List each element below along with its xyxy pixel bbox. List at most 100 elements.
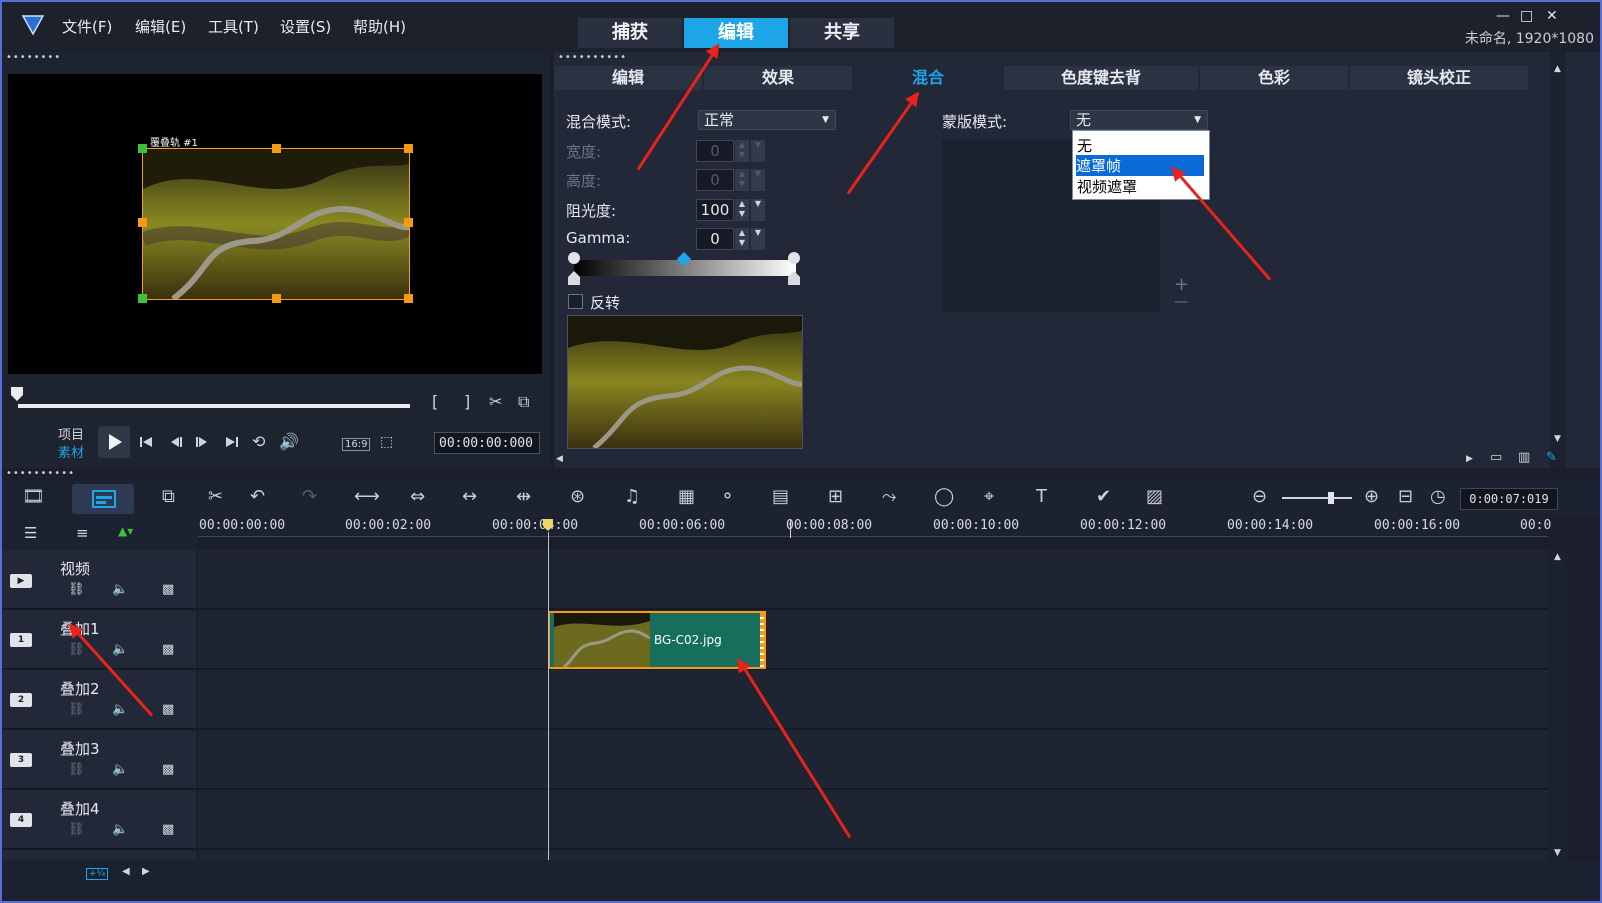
motion-icon[interactable]: ⤳ xyxy=(882,486,896,507)
mark-in-icon[interactable]: [ xyxy=(432,392,438,411)
enlarge-preview-icon[interactable]: ⧉ xyxy=(518,392,529,412)
resize-handle[interactable] xyxy=(138,144,147,153)
overlay-icon[interactable]: ⚬ xyxy=(720,486,735,507)
mask-mode-select[interactable]: 无 ▼ xyxy=(1070,110,1208,130)
subtitle-icon[interactable]: ▨ xyxy=(1146,486,1163,507)
tab-capture[interactable]: 捕获 xyxy=(578,18,682,48)
chapter-point-icon[interactable]: ▲▾ xyxy=(118,524,133,538)
options-scrollbar[interactable] xyxy=(1550,52,1566,468)
scroll-left-icon[interactable]: ◀ xyxy=(122,866,130,877)
go-end-icon[interactable] xyxy=(224,434,240,450)
resize-handle[interactable] xyxy=(404,294,413,303)
zoom-in-icon[interactable]: ⊕ xyxy=(1364,486,1379,507)
checker-icon[interactable]: ▩ xyxy=(162,762,174,777)
gamma-field[interactable]: 0 xyxy=(696,228,734,250)
scroll-down-icon[interactable]: ▼ xyxy=(1554,848,1561,858)
trim-icon[interactable]: ↔ xyxy=(462,486,477,507)
link-icon[interactable]: ⛓ xyxy=(68,642,85,657)
timeline-scrollbar[interactable] xyxy=(1550,550,1566,860)
layout-1-icon[interactable]: ▭ xyxy=(1490,450,1502,465)
close-button[interactable]: ✕ xyxy=(1546,8,1558,24)
menu-tools[interactable]: 工具(T) xyxy=(208,16,259,37)
mode-clip[interactable]: 素材 xyxy=(58,442,84,461)
prev-frame-icon[interactable] xyxy=(168,434,184,450)
panel-grip-icon[interactable]: •••••••• xyxy=(6,52,61,63)
zoom-slider[interactable] xyxy=(1282,497,1352,499)
panel-grip-icon[interactable]: •••••••••• xyxy=(6,468,75,479)
resize-handle[interactable] xyxy=(138,294,147,303)
panel-grip-icon[interactable]: •••••••••• xyxy=(558,52,627,63)
volume-icon[interactable]: 🔈 xyxy=(112,582,128,597)
preview-timecode[interactable]: 00:00:00:000 xyxy=(434,432,540,454)
zoom-out-icon[interactable]: ⊖ xyxy=(1252,486,1267,507)
volume-icon[interactable]: 🔈 xyxy=(112,762,128,777)
track-lane-video[interactable] xyxy=(198,550,1548,610)
scroll-right-icon[interactable]: ▶ xyxy=(1466,454,1473,464)
next-frame-icon[interactable] xyxy=(194,434,210,450)
mode-project[interactable]: 项目 xyxy=(58,424,84,443)
blend-mode-select[interactable]: 正常 ▼ xyxy=(698,110,836,130)
title-icon[interactable]: ▤ xyxy=(772,486,789,507)
aspect-ratio-button[interactable]: 16:9 xyxy=(342,438,371,451)
undo-icon[interactable]: ↶ xyxy=(250,486,265,507)
go-start-icon[interactable] xyxy=(138,434,154,450)
resize-handle[interactable] xyxy=(272,294,281,303)
invert-checkbox[interactable] xyxy=(568,294,583,309)
fit-project-icon[interactable]: ⊟ xyxy=(1398,486,1413,507)
volume-icon[interactable]: 🔊 xyxy=(279,432,299,451)
film-icon[interactable]: ▦ xyxy=(678,486,695,507)
scroll-up-icon[interactable]: ▲ xyxy=(1554,552,1561,562)
scroll-right-icon[interactable]: ▶ xyxy=(142,866,150,877)
resize-handle[interactable] xyxy=(404,144,413,153)
tracking-icon[interactable]: ⌖ xyxy=(984,486,994,507)
maximize-button[interactable]: □ xyxy=(1520,8,1533,24)
checker-icon[interactable]: ▩ xyxy=(162,642,174,657)
resize-handle[interactable] xyxy=(404,218,413,227)
slider-right-knob[interactable] xyxy=(788,252,800,264)
timeline-track-toggle[interactable]: +¼ xyxy=(86,868,109,880)
gamma-menu-icon[interactable]: ▼ xyxy=(751,228,765,250)
remove-mask-icon[interactable]: — xyxy=(1174,294,1188,310)
scrubber-handle-icon[interactable] xyxy=(10,386,24,402)
mark-out-icon[interactable]: ] xyxy=(464,392,470,411)
scroll-left-icon[interactable]: ◀ xyxy=(556,454,563,464)
title-3d-icon[interactable]: T xyxy=(1036,486,1047,507)
crop-mode-icon[interactable]: ⬚ xyxy=(380,434,393,450)
track-lane-overlay3[interactable] xyxy=(198,730,1548,790)
tools-icon[interactable]: ✂ xyxy=(208,486,223,507)
ripple-icon[interactable]: ⇹ xyxy=(516,486,531,507)
redo-icon[interactable]: ↷ xyxy=(302,486,317,507)
timeline-timecode[interactable]: 0:00:07:019 xyxy=(1460,488,1558,510)
tab-chroma-key[interactable]: 色度键去背 xyxy=(1004,66,1198,90)
checker-icon[interactable]: ▩ xyxy=(162,702,174,717)
tab-color[interactable]: 色彩 xyxy=(1200,66,1348,90)
resize-handle[interactable] xyxy=(138,218,147,227)
menu-settings[interactable]: 设置(S) xyxy=(280,16,331,37)
checker-icon[interactable]: ▩ xyxy=(162,582,174,597)
track-lane-overlay4[interactable] xyxy=(198,790,1548,850)
repeat-icon[interactable]: ⟲ xyxy=(252,432,265,451)
opacity-spinner[interactable]: ▲ ▼ xyxy=(735,199,749,221)
split-clip-icon[interactable]: ✂ xyxy=(489,392,502,411)
menu-help[interactable]: 帮助(H) xyxy=(353,16,406,37)
opacity-field[interactable]: 100 xyxy=(696,199,734,221)
tab-edit[interactable]: 编辑 xyxy=(684,18,788,48)
expand-icon[interactable]: ⇔ xyxy=(410,486,425,507)
slider-left-knob[interactable] xyxy=(568,252,580,264)
scroll-up-icon[interactable]: ▲ xyxy=(1554,64,1561,74)
layout-2-icon[interactable]: ▥ xyxy=(1518,450,1530,465)
clip-trim-handle[interactable] xyxy=(760,613,764,667)
record-icon[interactable]: ⊛ xyxy=(570,486,585,507)
mask-option-none[interactable]: 无 xyxy=(1077,135,1092,156)
track-lane-overlay2[interactable] xyxy=(198,670,1548,730)
storyboard-view-icon[interactable]: 🎞 xyxy=(22,486,45,507)
grid-icon[interactable]: ⊞ xyxy=(828,486,843,507)
zoom-slider-knob[interactable] xyxy=(1328,492,1334,504)
tab-share[interactable]: 共享 xyxy=(790,18,894,48)
mask-tool-icon[interactable]: ◯ xyxy=(934,486,954,507)
menu-edit[interactable]: 编辑(E) xyxy=(135,16,186,37)
playhead-handle-icon[interactable] xyxy=(542,518,554,532)
mask-option-video-mask[interactable]: 视频遮罩 xyxy=(1077,176,1137,197)
menu-file[interactable]: 文件(F) xyxy=(62,16,112,37)
overlay-clip-preview[interactable] xyxy=(140,148,413,302)
